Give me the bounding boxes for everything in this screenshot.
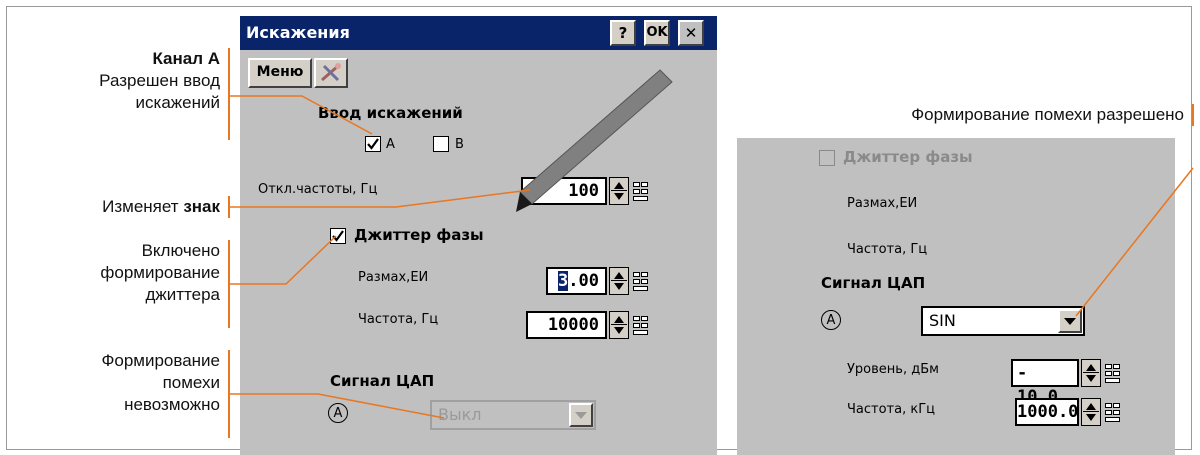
leader-line-noise-impossible: [229, 393, 445, 419]
leader-line-channel-a: [229, 95, 373, 135]
leader-line-sign: [229, 189, 531, 208]
leader-line-jitter: [229, 235, 337, 285]
leader-lines: [229, 95, 1194, 419]
leader-line-noise-allowed: [1075, 167, 1194, 317]
